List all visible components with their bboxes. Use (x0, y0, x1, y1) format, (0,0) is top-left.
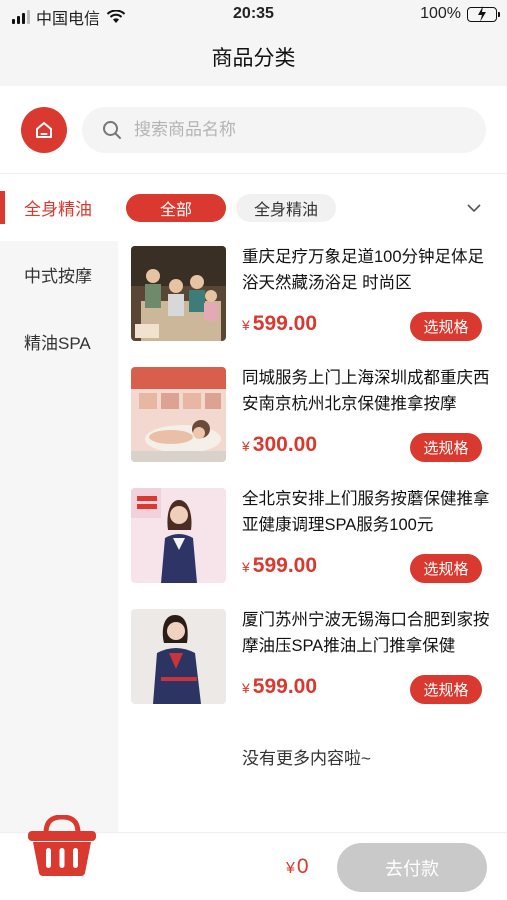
sidebar-item-full-body-oil[interactable]: 全身精油 (0, 174, 118, 241)
select-spec-button[interactable]: 选规格 (410, 433, 482, 462)
search-icon (103, 121, 121, 139)
cart-total: ¥0 (286, 855, 309, 878)
sidebar-item-label: 全身精油 (24, 200, 92, 219)
category-sidebar: 全身精油 中式按摩 精油SPA (0, 174, 118, 832)
product-title[interactable]: 全北京安排上们服务按蘑保健推拿亚健康调理SPA服务100元 (242, 486, 494, 538)
product-item[interactable]: 重庆足疗万象足道100分钟足体足浴天然藏汤浴足 时尚区 ¥599.00 选规格 (118, 240, 507, 361)
sidebar-item-chinese-massage[interactable]: 中式按摩 (0, 241, 118, 308)
search-row (0, 86, 507, 174)
battery-percent: 100% (420, 5, 461, 22)
select-spec-button[interactable]: 选规格 (410, 675, 482, 704)
filter-chip-full-body-oil[interactable]: 全身精油 (236, 194, 336, 222)
filter-row: 全部 全身精油 (118, 174, 507, 240)
product-title[interactable]: 同城服务上门上海深圳成都重庆西安南京杭州北京保健推拿按摩 (242, 365, 494, 417)
chevron-down-icon[interactable] (466, 200, 482, 216)
product-title[interactable]: 重庆足疗万象足道100分钟足体足浴天然藏汤浴足 时尚区 (242, 244, 494, 296)
product-image[interactable] (131, 246, 226, 341)
status-bar: 中国电信 20:35 100% (0, 0, 507, 32)
sidebar-item-oil-spa[interactable]: 精油SPA (0, 308, 118, 375)
product-item[interactable]: 厦门苏州宁波无锡海口合肥到家按摩油压SPA推油上门推拿保健 ¥599.00 选规… (118, 603, 507, 724)
product-price: ¥599.00 (242, 675, 318, 698)
product-item[interactable]: 同城服务上门上海深圳成都重庆西安南京杭州北京保健推拿按摩 ¥300.00 选规格 (118, 361, 507, 482)
list-end-text: 没有更多内容啦~ (242, 749, 371, 768)
nav-bar: 商品分类 (0, 32, 507, 86)
page-title: 商品分类 (211, 47, 296, 70)
select-spec-button[interactable]: 选规格 (410, 554, 482, 583)
checkout-button[interactable]: 去付款 (337, 843, 487, 892)
bottom-bar: ¥0 去付款 (0, 815, 507, 900)
status-right: 100% (420, 5, 500, 23)
product-image[interactable] (131, 488, 226, 583)
cart-icon[interactable] (26, 815, 98, 877)
home-icon (36, 122, 52, 138)
product-item[interactable]: 全北京安排上们服务按蘑保健推拿亚健康调理SPA服务100元 ¥599.00 选规… (118, 482, 507, 603)
product-image[interactable] (131, 609, 226, 704)
product-price: ¥599.00 (242, 554, 318, 577)
battery-icon (467, 5, 500, 22)
product-list: 重庆足疗万象足道100分钟足体足浴天然藏汤浴足 时尚区 ¥599.00 选规格 … (118, 240, 507, 768)
home-button[interactable] (21, 107, 67, 153)
product-image[interactable] (131, 367, 226, 462)
select-spec-button[interactable]: 选规格 (410, 312, 482, 341)
search-box[interactable] (82, 107, 486, 153)
sidebar-item-label: 中式按摩 (24, 267, 92, 286)
product-price: ¥300.00 (242, 433, 318, 456)
product-price: ¥599.00 (242, 312, 318, 335)
sidebar-item-label: 精油SPA (24, 334, 91, 353)
product-title[interactable]: 厦门苏州宁波无锡海口合肥到家按摩油压SPA推油上门推拿保健 (242, 607, 494, 659)
filter-chip-all[interactable]: 全部 (126, 194, 226, 222)
search-input[interactable] (134, 120, 454, 140)
